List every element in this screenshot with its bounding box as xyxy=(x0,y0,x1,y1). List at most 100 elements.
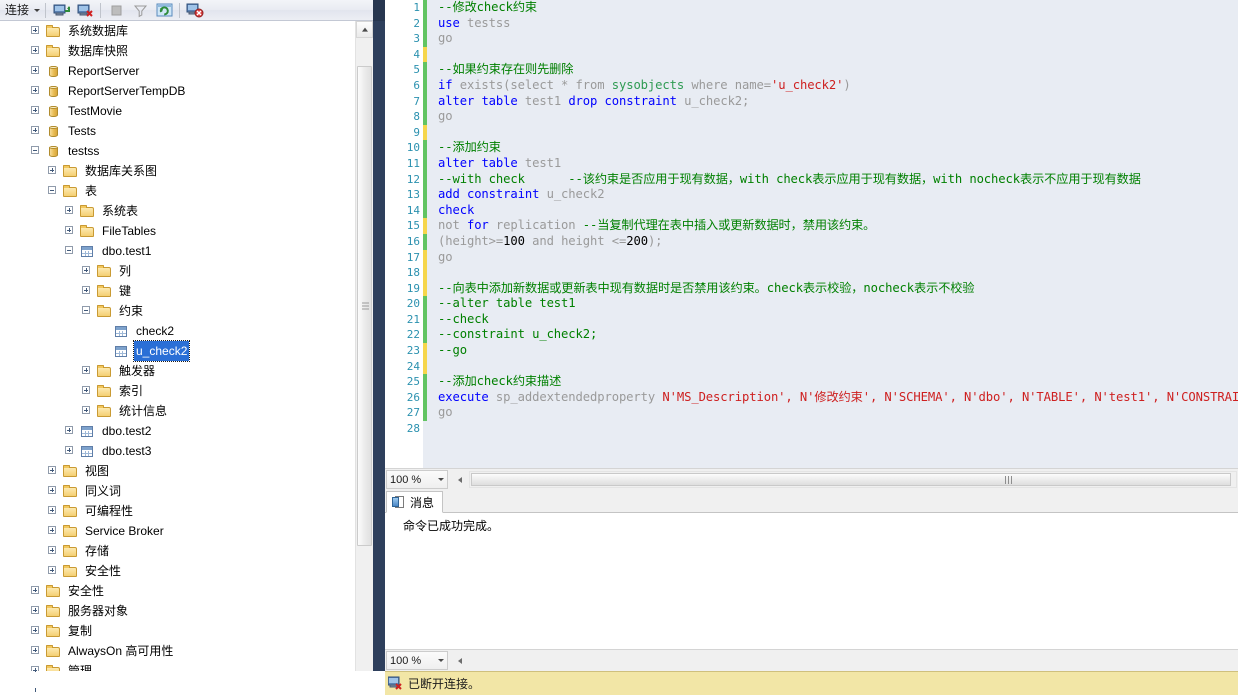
expand-icon[interactable] xyxy=(31,125,42,137)
tree-node[interactable]: 触发器 xyxy=(0,361,355,381)
code-line[interactable]: 21 --check xyxy=(385,311,1238,328)
chevron-down-icon[interactable] xyxy=(438,478,444,481)
expand-icon[interactable] xyxy=(31,645,42,657)
code-line[interactable]: 27 go xyxy=(385,405,1238,422)
scroll-up-arrow[interactable] xyxy=(356,21,373,38)
tree-node[interactable]: 服务器对象 xyxy=(0,601,355,621)
code-line[interactable]: 6 if exists(select * from sysobjects wher… xyxy=(385,77,1238,94)
tree-node[interactable]: TestMovie xyxy=(0,101,355,121)
connect-button-label[interactable]: 连接 xyxy=(0,0,31,20)
editor-hscroll-left-arrow[interactable] xyxy=(452,472,467,488)
tree-node[interactable]: 安全性 xyxy=(0,561,355,581)
expand-icon[interactable] xyxy=(31,45,42,57)
expand-icon[interactable] xyxy=(48,565,59,577)
expand-icon[interactable] xyxy=(31,585,42,597)
editor-horizontal-scrollbar[interactable] xyxy=(469,471,1237,488)
tree-node[interactable]: 复制 xyxy=(0,621,355,641)
code-line[interactable]: 8 go xyxy=(385,109,1238,125)
collapse-icon[interactable] xyxy=(65,245,76,257)
refresh-icon[interactable] xyxy=(152,0,176,20)
tree-node[interactable]: AlwaysOn 高可用性 xyxy=(0,641,355,661)
expand-icon[interactable] xyxy=(31,65,42,77)
expand-icon[interactable] xyxy=(82,265,93,277)
connect-dropdown-arrow-icon[interactable] xyxy=(31,0,42,20)
expand-icon[interactable] xyxy=(82,405,93,417)
code-line[interactable]: 3 go xyxy=(385,31,1238,47)
results-body[interactable]: 命令已成功完成。 xyxy=(385,513,1238,649)
object-explorer-tree[interactable]: 系统数据库 数据库快照 ReportServer ReportServerTempDB… xyxy=(0,21,355,695)
code-line[interactable]: 26 execute sp_addextendedproperty N'MS_De… xyxy=(385,389,1238,406)
expand-icon[interactable] xyxy=(31,625,42,637)
tree-node[interactable]: u_check2 xyxy=(0,340,355,362)
tree-node[interactable]: check2 xyxy=(0,321,355,341)
tree-node[interactable]: FileTables xyxy=(0,221,355,241)
editor-hscroll-thumb[interactable] xyxy=(471,473,1231,486)
expand-icon[interactable] xyxy=(48,165,59,177)
expand-icon[interactable] xyxy=(31,605,42,617)
connect-object-explorer-icon[interactable] xyxy=(49,0,73,20)
editor-lines[interactable]: 1 --修改check约束 2 use testss 3 go 4 5 --如果约束存在则先删除… xyxy=(385,0,1238,437)
disconnect-object-explorer-icon[interactable] xyxy=(73,0,97,20)
tab-messages[interactable]: 消息 xyxy=(386,491,444,513)
tree-node[interactable]: Tests xyxy=(0,121,355,141)
code-line[interactable]: 22 --constraint u_check2; xyxy=(385,327,1238,344)
tree-node[interactable]: 可编程性 xyxy=(0,501,355,521)
object-explorer-vertical-scrollbar[interactable] xyxy=(355,21,373,695)
expand-icon[interactable] xyxy=(31,105,42,117)
collapse-icon[interactable] xyxy=(31,145,42,157)
pane-splitter[interactable] xyxy=(373,0,385,695)
expand-icon[interactable] xyxy=(65,425,76,437)
code-line[interactable]: 10 --添加约束 xyxy=(385,140,1238,156)
expand-icon[interactable] xyxy=(48,485,59,497)
tree-node[interactable]: 数据库关系图 xyxy=(0,161,355,181)
tree-node[interactable]: dbo.test1 xyxy=(0,241,355,261)
collapse-icon[interactable] xyxy=(48,185,59,197)
tree-node[interactable]: 存储 xyxy=(0,541,355,561)
tree-node[interactable]: 系统数据库 xyxy=(0,21,355,41)
expand-icon[interactable] xyxy=(82,365,93,377)
results-hscroll-left-arrow[interactable] xyxy=(452,653,467,669)
tree-node[interactable]: testss xyxy=(0,141,355,161)
editor-zoom-selector[interactable]: 100 % xyxy=(386,470,448,489)
code-line[interactable]: 9 xyxy=(385,124,1238,141)
code-line[interactable]: 7 alter table test1 drop constraint u_che… xyxy=(385,93,1238,110)
tree-node[interactable]: dbo.test3 xyxy=(0,441,355,461)
code-line[interactable]: 23 --go xyxy=(385,343,1238,359)
tree-node[interactable]: 约束 xyxy=(0,301,355,321)
scrollbar-thumb[interactable] xyxy=(357,66,372,546)
disconnect-all-icon[interactable] xyxy=(183,0,207,20)
code-line[interactable]: 25 --添加check约束描述 xyxy=(385,374,1238,390)
tree-node[interactable]: 视图 xyxy=(0,461,355,481)
expand-icon[interactable] xyxy=(82,385,93,397)
expand-icon[interactable] xyxy=(48,465,59,477)
code-line[interactable]: 15 not for replication --当复制代理在表中插入或更新数据时… xyxy=(385,218,1238,234)
tree-node[interactable]: 系统表 xyxy=(0,201,355,221)
tree-node[interactable]: 键 xyxy=(0,281,355,301)
chevron-down-icon[interactable] xyxy=(438,659,444,662)
tree-node[interactable]: dbo.test2 xyxy=(0,421,355,441)
code-line[interactable]: 18 xyxy=(385,265,1238,281)
tree-node[interactable]: 表 xyxy=(0,181,355,201)
results-zoom-selector[interactable]: 100 % xyxy=(386,651,448,670)
expand-icon[interactable] xyxy=(48,545,59,557)
code-line[interactable]: 12 --with check --该约束是否应用于现有数据，with check… xyxy=(385,171,1238,188)
collapse-icon[interactable] xyxy=(82,305,93,317)
code-line[interactable]: 20 --alter table test1 xyxy=(385,296,1238,312)
tree-node[interactable]: 统计信息 xyxy=(0,401,355,421)
code-line[interactable]: 28 xyxy=(385,421,1238,437)
code-line[interactable]: 19 --向表中添加新数据或更新表中现有数据时是否禁用该约束。check表示校验，… xyxy=(385,280,1238,297)
tree-node[interactable]: ReportServerTempDB xyxy=(0,81,355,101)
code-line[interactable]: 4 xyxy=(385,46,1238,63)
tree-node[interactable]: 同义词 xyxy=(0,481,355,501)
tree-node[interactable]: ReportServer xyxy=(0,61,355,81)
expand-icon[interactable] xyxy=(65,445,76,457)
expand-icon[interactable] xyxy=(65,205,76,217)
expand-icon[interactable] xyxy=(48,525,59,537)
expand-icon[interactable] xyxy=(31,85,42,97)
code-line[interactable]: 13 add constraint u_check2 xyxy=(385,187,1238,203)
expand-icon[interactable] xyxy=(48,505,59,517)
code-line[interactable]: 14 check xyxy=(385,202,1238,219)
tree-node[interactable]: Service Broker xyxy=(0,521,355,541)
tree-node[interactable]: 数据库快照 xyxy=(0,41,355,61)
tree-node[interactable]: 索引 xyxy=(0,381,355,401)
